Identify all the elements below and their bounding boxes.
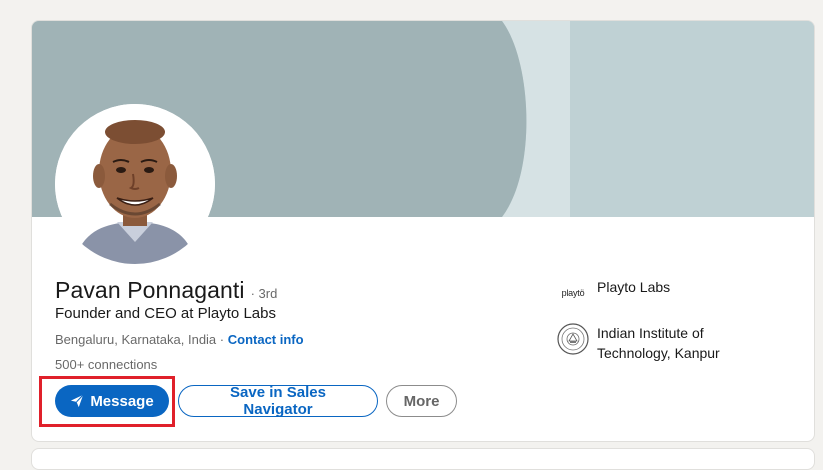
- avatar-photo: [55, 104, 215, 264]
- connections-count[interactable]: 500+ connections: [55, 357, 157, 372]
- connection-degree: · 3rd: [250, 286, 278, 301]
- profile-card: Pavan Ponnaganti · 3rd Founder and CEO a…: [31, 20, 815, 442]
- org-item-playto[interactable]: playtö Playto Labs: [557, 277, 737, 309]
- profile-location: Bengaluru, Karnataka, India: [55, 332, 217, 347]
- profile-headline: Founder and CEO at Playto Labs: [55, 305, 276, 322]
- more-button[interactable]: More: [386, 385, 457, 417]
- profile-actions: Message Save in Sales Navigator More: [55, 384, 457, 418]
- playto-logo-icon: playtö: [557, 277, 589, 309]
- location-separator: ·: [216, 332, 228, 347]
- profile-name: Pavan Ponnaganti: [55, 277, 245, 303]
- org-name-playto: Playto Labs: [597, 279, 671, 295]
- send-icon: [70, 394, 84, 408]
- playto-logo-text: playtö: [561, 288, 585, 298]
- next-section-card: [31, 448, 815, 470]
- profile-avatar[interactable]: [55, 104, 215, 264]
- save-in-sales-navigator-button[interactable]: Save in Sales Navigator: [178, 384, 378, 418]
- org-name-iit-kanpur: Indian Institute of Technology, Kanpur: [597, 325, 720, 361]
- message-button-label: Message: [90, 392, 154, 410]
- iit-kanpur-logo-icon: [557, 323, 589, 355]
- org-item-iit-kanpur[interactable]: Indian Institute of Technology, Kanpur: [557, 323, 737, 363]
- location-row: Bengaluru, Karnataka, India · Contact in…: [55, 332, 304, 347]
- contact-info-link[interactable]: Contact info: [228, 332, 304, 347]
- org-list: playtö Playto Labs Indian Institute of T…: [557, 277, 737, 377]
- message-button[interactable]: Message: [55, 385, 169, 417]
- name-row: Pavan Ponnaganti · 3rd: [55, 277, 277, 304]
